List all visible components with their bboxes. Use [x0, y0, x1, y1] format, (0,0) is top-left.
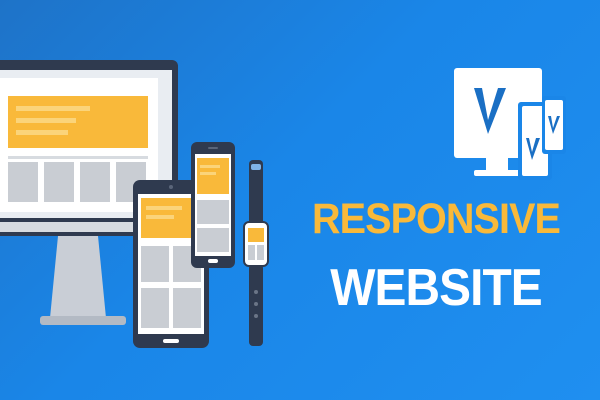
smartwatch [243, 160, 269, 346]
headline-responsive: RESPONSIVE [311, 195, 561, 243]
headline-website: WEBSITE [330, 259, 542, 317]
responsive-logo-icon [454, 68, 566, 180]
responsive-devices-illustration [0, 60, 269, 348]
monitor-stand [50, 236, 106, 318]
smartphone [191, 142, 235, 268]
